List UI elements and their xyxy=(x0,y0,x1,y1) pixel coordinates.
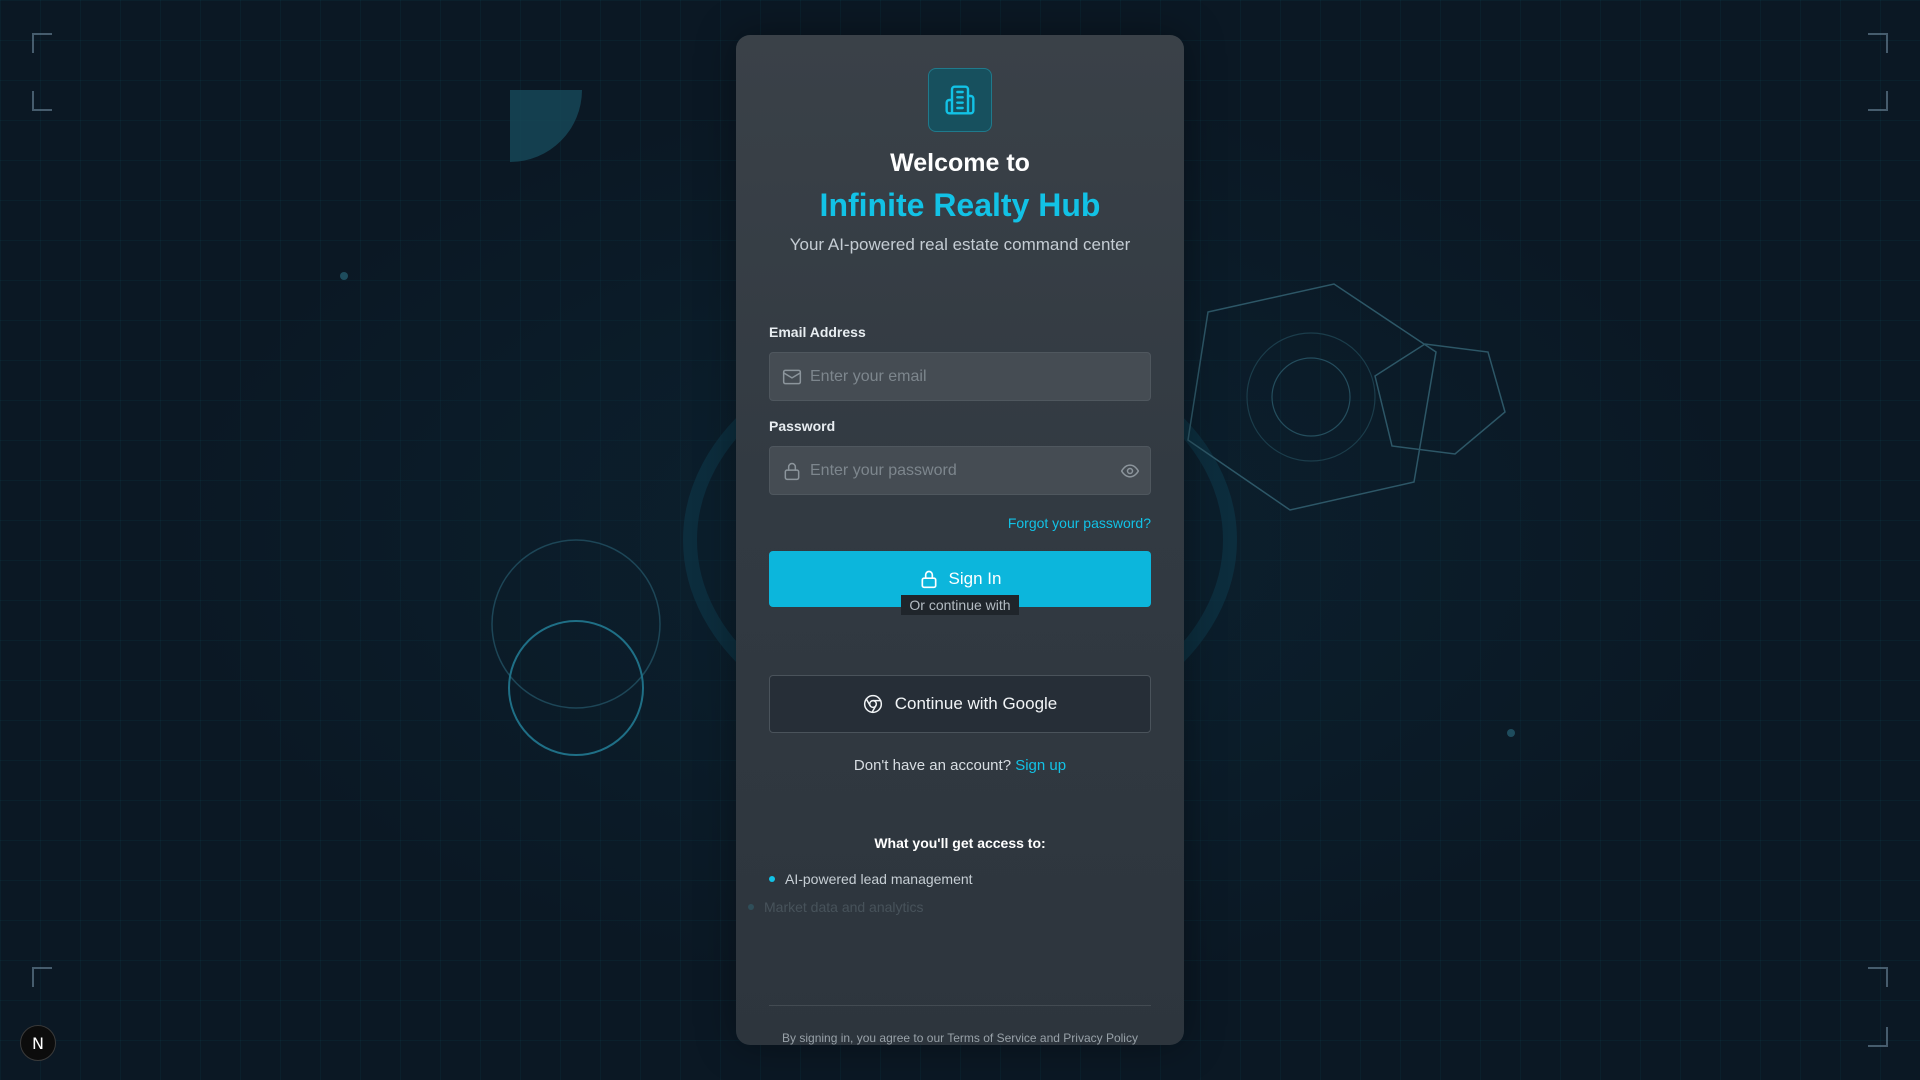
feature-item: Market data and analytics xyxy=(748,899,924,915)
logo xyxy=(928,68,992,132)
mail-icon xyxy=(782,369,802,385)
corner-bracket xyxy=(32,967,52,987)
access-title: What you'll get access to: xyxy=(874,835,1046,851)
building-icon xyxy=(945,85,975,115)
forgot-password-link[interactable]: Forgot your password? xyxy=(1008,515,1151,531)
divider-text: Or continue with xyxy=(901,595,1019,615)
password-label: Password xyxy=(769,418,836,434)
divider: Or continue with xyxy=(736,595,1184,615)
corner-bracket xyxy=(1868,33,1888,53)
sign-up-link[interactable]: Sign up xyxy=(1015,757,1066,774)
feature-item: AI-powered lead management xyxy=(769,871,973,887)
corner-bracket xyxy=(1868,91,1888,111)
signup-row: Don't have an account? Sign up xyxy=(736,757,1184,774)
password-field[interactable] xyxy=(769,446,1151,495)
lock-icon xyxy=(921,570,937,589)
corner-bracket xyxy=(1868,1027,1888,1047)
welcome-heading: Welcome to xyxy=(890,149,1030,177)
corner-bracket xyxy=(1868,967,1888,987)
google-sign-in-button[interactable]: Continue with Google xyxy=(769,675,1151,733)
chrome-icon xyxy=(863,694,882,714)
tagline: Your AI-powered real estate command cent… xyxy=(789,235,1131,254)
password-input[interactable] xyxy=(810,447,1110,494)
eye-icon[interactable] xyxy=(1120,461,1140,481)
google-label: Continue with Google xyxy=(894,694,1058,713)
email-input[interactable] xyxy=(810,353,1110,400)
no-account-text: Don't have an account? xyxy=(853,757,1012,774)
email-field[interactable] xyxy=(769,352,1151,401)
legal-text: By signing in, you agree to our Terms of… xyxy=(782,1031,1138,1045)
brand-name: Infinite Realty Hub xyxy=(819,187,1101,223)
bullet-dot xyxy=(748,904,754,910)
dev-tools-badge[interactable]: N xyxy=(20,1025,56,1061)
corner-bracket xyxy=(32,33,52,53)
footer-divider xyxy=(769,1005,1151,1006)
email-label: Email Address xyxy=(769,324,866,340)
feature-text: AI-powered lead management xyxy=(785,871,973,887)
corner-bracket xyxy=(32,91,52,111)
bullet-dot xyxy=(769,876,775,882)
lock-icon xyxy=(784,462,800,481)
login-card: Welcome to Infinite Realty Hub Your AI-p… xyxy=(736,35,1184,1045)
feature-text: Market data and analytics xyxy=(764,899,924,915)
sign-in-label: Sign In xyxy=(948,569,1002,588)
